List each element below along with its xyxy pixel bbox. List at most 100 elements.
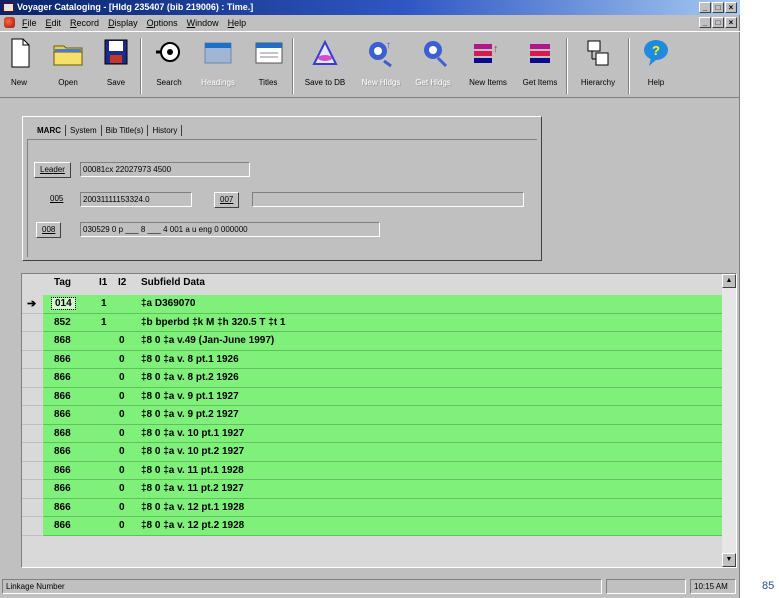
table-row[interactable]: 868 0 ‡8 0 ‡a v.49 (Jan-June 1997)	[22, 332, 722, 351]
row-selector[interactable]	[22, 369, 42, 388]
row-selector[interactable]	[22, 443, 42, 462]
column-tag[interactable]: Tag	[54, 277, 71, 288]
menu-options[interactable]: Options	[147, 18, 178, 28]
table-row[interactable]: 866 0 ‡8 0 ‡a v. 8 pt.2 1926	[22, 369, 722, 388]
open-button[interactable]: Open	[48, 36, 88, 94]
table-row[interactable]: 852 1 ‡b bperbd ‡k M ‡h 320.5 T ‡t 1	[22, 313, 722, 332]
cell-i2[interactable]: 0	[119, 409, 125, 420]
field-007-value[interactable]	[252, 192, 524, 207]
cell-tag[interactable]: 866	[54, 465, 71, 476]
cell-subfield-data[interactable]: ‡8 0 ‡a v. 9 pt.1 1927	[141, 391, 239, 402]
cell-i2[interactable]: 0	[119, 446, 125, 457]
cell-subfield-data[interactable]: ‡8 0 ‡a v. 11 pt.1 1928	[141, 465, 244, 476]
field-008-button[interactable]: 008	[36, 222, 62, 238]
new-items-button[interactable]: ↑ New Items	[462, 36, 514, 94]
cell-i2[interactable]: 0	[119, 335, 125, 346]
child-minimize-button[interactable]: _	[699, 17, 711, 28]
save-to-db-button[interactable]: Save to DB	[298, 36, 352, 94]
child-restore-button[interactable]: □	[712, 17, 724, 28]
table-row[interactable]: 866 0 ‡8 0 ‡a v. 9 pt.1 1927	[22, 387, 722, 406]
table-row[interactable]: 866 0 ‡8 0 ‡a v. 12 pt.1 1928	[22, 498, 722, 517]
tab-marc[interactable]: MARC	[33, 125, 66, 136]
row-selector[interactable]	[22, 350, 42, 369]
cell-subfield-data[interactable]: ‡8 0 ‡a v. 12 pt.1 1928	[141, 502, 244, 513]
tab-bib-titles[interactable]: Bib Title(s)	[102, 125, 149, 136]
vertical-scrollbar[interactable]: ▲ ▼	[722, 274, 736, 567]
row-selector[interactable]	[22, 480, 42, 499]
cell-i2[interactable]: 0	[119, 465, 125, 476]
cell-subfield-data[interactable]: ‡8 0 ‡a v. 9 pt.2 1927	[141, 409, 239, 420]
maximize-button[interactable]: □	[712, 2, 724, 13]
tab-system[interactable]: System	[66, 125, 102, 136]
column-i2[interactable]: I2	[118, 277, 126, 288]
cell-tag[interactable]: 868	[54, 335, 71, 346]
row-selector[interactable]	[22, 424, 42, 443]
leader-field[interactable]: 00081cx 22027973 4500	[80, 162, 250, 177]
cell-tag[interactable]: 868	[54, 428, 71, 439]
scroll-up-button[interactable]: ▲	[722, 274, 736, 288]
table-row[interactable]: 868 0 ‡8 0 ‡a v. 10 pt.1 1927	[22, 424, 722, 443]
row-selector[interactable]	[22, 517, 42, 536]
new-button[interactable]: New	[2, 36, 36, 94]
cell-i2[interactable]: 0	[119, 372, 125, 383]
leader-button[interactable]: Leader	[34, 162, 71, 178]
cell-i2[interactable]: 0	[119, 483, 125, 494]
titles-button[interactable]: Titles	[248, 36, 288, 94]
cell-subfield-data[interactable]: ‡8 0 ‡a v. 10 pt.2 1927	[141, 446, 244, 457]
cell-subfield-data[interactable]: ‡8 0 ‡a v. 11 pt.2 1927	[141, 483, 244, 494]
cell-tag[interactable]: 866	[54, 409, 71, 420]
menu-window[interactable]: Window	[187, 18, 219, 28]
cell-i2[interactable]: 0	[119, 391, 125, 402]
hierarchy-button[interactable]: Hierarchy	[572, 36, 624, 94]
menu-display[interactable]: Display	[108, 18, 138, 28]
title-bar[interactable]: Voyager Cataloging - [Hldg 235407 (bib 2…	[0, 0, 740, 15]
table-row[interactable]: 866 0 ‡8 0 ‡a v. 12 pt.2 1928	[22, 517, 722, 536]
table-row[interactable]: ➔ 014 1 ‡a D369070	[22, 295, 722, 314]
minimize-button[interactable]: _	[699, 2, 711, 13]
cell-subfield-data[interactable]: ‡b bperbd ‡k M ‡h 320.5 T ‡t 1	[141, 317, 286, 328]
column-subfield-data[interactable]: Subfield Data	[141, 277, 205, 288]
column-i1[interactable]: I1	[99, 277, 107, 288]
cell-subfield-data[interactable]: ‡8 0 ‡a v. 8 pt.1 1926	[141, 354, 239, 365]
field-008-value[interactable]: 030529 0 p ___ 8 ___ 4 001 a u eng 0 000…	[80, 222, 380, 237]
menu-file[interactable]: File	[22, 18, 37, 28]
menu-edit[interactable]: Edit	[46, 18, 62, 28]
cell-tag[interactable]: 866	[54, 520, 71, 531]
get-holdings-button[interactable]: Get Hldgs	[410, 36, 456, 94]
document-icon[interactable]	[4, 17, 15, 28]
row-selector[interactable]	[22, 313, 42, 332]
field-005-value[interactable]: 20031111153324.0	[80, 192, 192, 207]
tab-history[interactable]: History	[148, 125, 183, 136]
help-button[interactable]: ? Help	[636, 36, 676, 94]
table-row[interactable]: 866 0 ‡8 0 ‡a v. 8 pt.1 1926	[22, 350, 722, 369]
child-close-button[interactable]: ×	[725, 17, 737, 28]
search-button[interactable]: Search	[148, 36, 190, 94]
menu-help[interactable]: Help	[228, 18, 247, 28]
row-selector[interactable]	[22, 461, 42, 480]
cell-i2[interactable]: 0	[119, 428, 125, 439]
cell-tag[interactable]: 866	[54, 372, 71, 383]
cell-tag[interactable]: 866	[54, 391, 71, 402]
table-row[interactable]: 866 0 ‡8 0 ‡a v. 11 pt.1 1928	[22, 461, 722, 480]
row-selector[interactable]	[22, 332, 42, 351]
table-row[interactable]: 866 0 ‡8 0 ‡a v. 9 pt.2 1927	[22, 406, 722, 425]
row-selector[interactable]	[22, 498, 42, 517]
cell-tag[interactable]: 866	[54, 354, 71, 365]
cell-i2[interactable]: 0	[119, 354, 125, 365]
cell-subfield-data[interactable]: ‡8 0 ‡a v. 12 pt.2 1928	[141, 520, 244, 531]
cell-i2[interactable]: 0	[119, 502, 125, 513]
save-button[interactable]: Save	[98, 36, 134, 94]
cell-subfield-data[interactable]: ‡8 0 ‡a v. 8 pt.2 1926	[141, 372, 239, 383]
menu-record[interactable]: Record	[70, 18, 99, 28]
new-holdings-button[interactable]: ↑ New Hldgs	[355, 36, 407, 94]
get-items-button[interactable]: Get Items	[518, 36, 562, 94]
scroll-down-button[interactable]: ▼	[722, 553, 736, 567]
cell-i2[interactable]: 0	[119, 520, 125, 531]
table-row[interactable]: 866 0 ‡8 0 ‡a v. 10 pt.2 1927	[22, 443, 722, 462]
cell-tag[interactable]: 852	[54, 317, 71, 328]
cell-tag[interactable]: 866	[54, 502, 71, 513]
cell-i1[interactable]: 1	[101, 317, 107, 328]
row-selector[interactable]	[22, 406, 42, 425]
field-007-button[interactable]: 007	[214, 192, 240, 208]
row-selector[interactable]	[22, 387, 42, 406]
